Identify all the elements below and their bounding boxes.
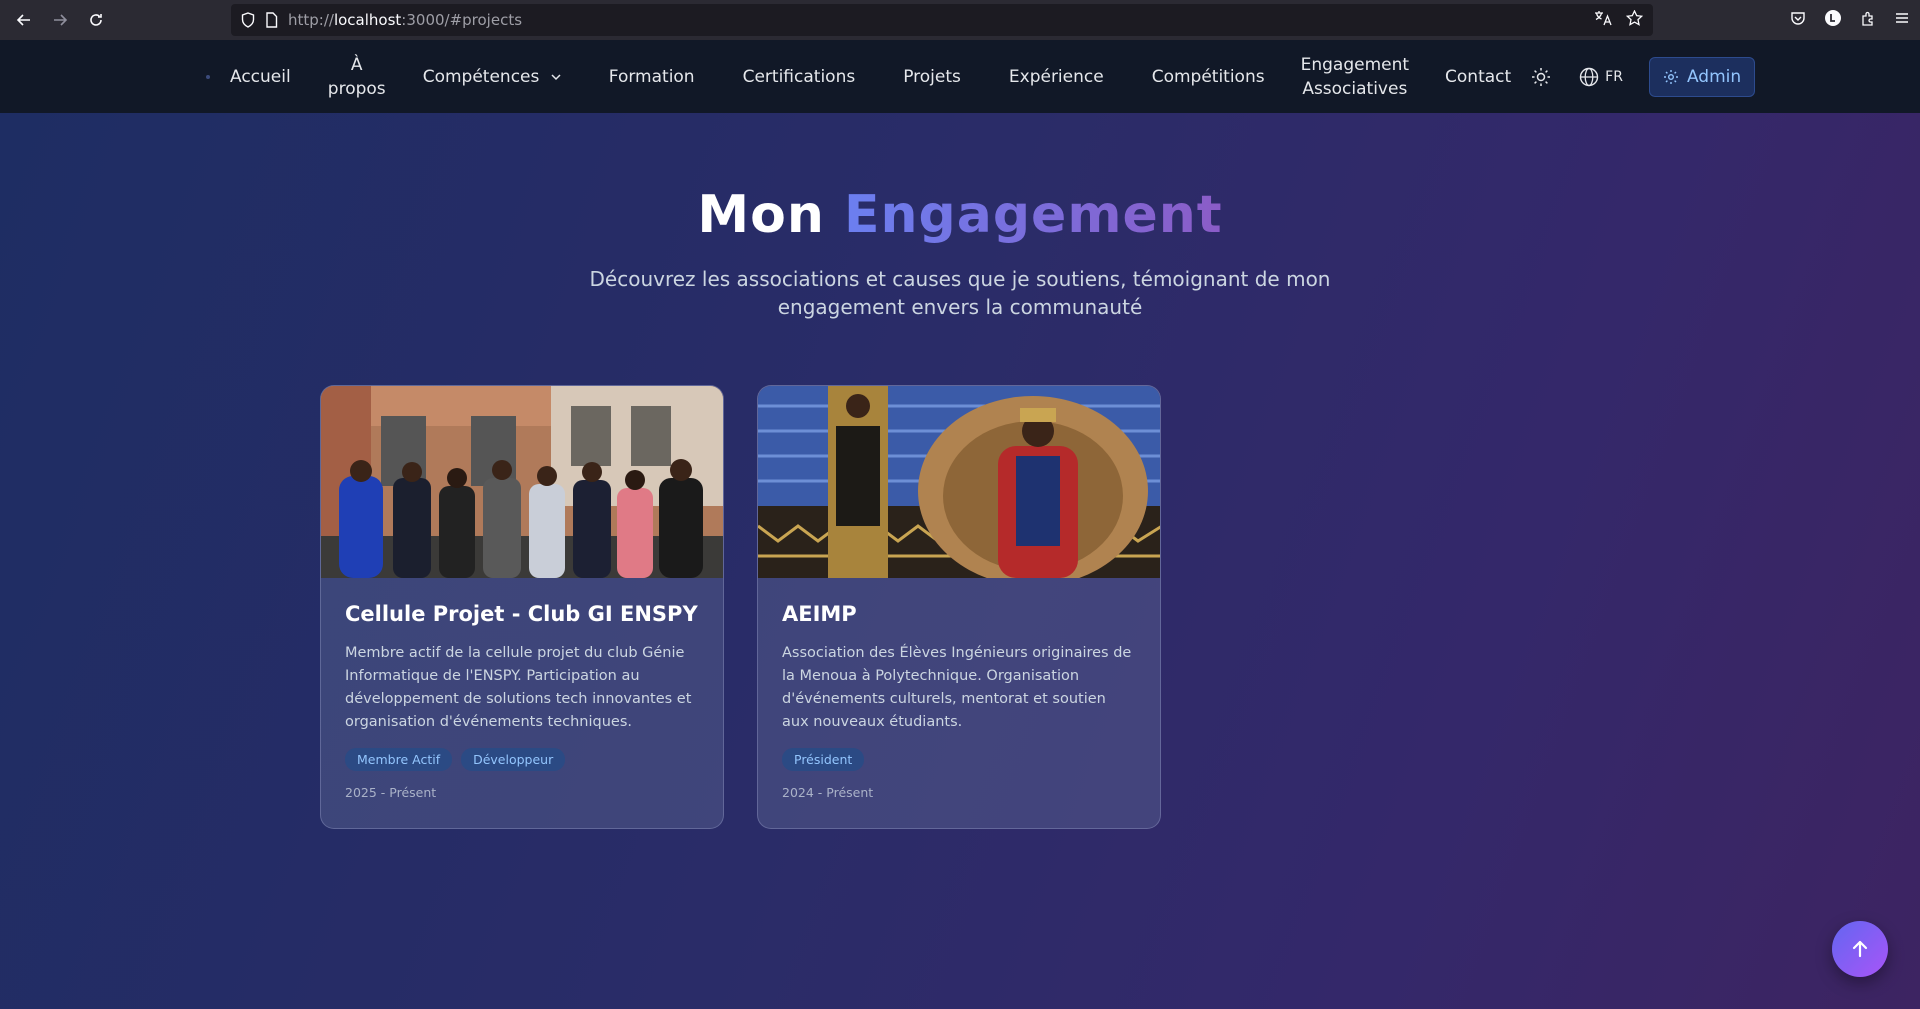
reload-icon xyxy=(90,14,102,26)
site-navbar: Accueil À propos Compétences Formation C… xyxy=(0,40,1920,113)
gear-icon xyxy=(1663,69,1678,84)
section-title: Mon Engagement xyxy=(0,185,1920,245)
card-period: 2024 - Présent xyxy=(782,785,874,800)
tag-badge: Membre Actif xyxy=(345,748,453,771)
card-period: 2025 - Présent xyxy=(345,785,437,800)
card-tags: Membre Actif Développeur xyxy=(345,748,699,771)
language-label: FR xyxy=(1605,68,1623,85)
nav-contact[interactable]: Contact xyxy=(1445,65,1511,89)
nav-education[interactable]: Formation xyxy=(609,65,695,89)
card-title: Cellule Projet - Club GI ENSPY xyxy=(345,602,698,626)
nav-engagement-line2: Associatives xyxy=(1302,78,1408,99)
nav-engagement-line1: Engagement xyxy=(1300,54,1410,75)
browser-toolbar: http://localhost:3000/#projects xyxy=(0,0,1920,40)
page-icon xyxy=(265,12,278,28)
arrow-up-icon xyxy=(1852,940,1868,958)
section-subtitle: Découvrez les associations et causes que… xyxy=(589,267,1331,319)
language-switcher[interactable]: FR xyxy=(1579,67,1623,87)
menu-icon[interactable] xyxy=(1894,10,1910,30)
card-tags: Président xyxy=(782,748,1136,771)
translate-icon[interactable] xyxy=(1594,10,1612,30)
reload-button[interactable] xyxy=(78,0,114,40)
tag-badge: Président xyxy=(782,748,865,771)
pocket-icon[interactable] xyxy=(1790,10,1806,30)
admin-label: Admin xyxy=(1686,66,1742,87)
arrow-right-icon xyxy=(54,14,68,26)
nav-experience[interactable]: Expérience xyxy=(1009,65,1104,89)
card-description: Membre actif de la cellule projet du clu… xyxy=(345,645,692,730)
engagement-card[interactable]: Cellule Projet - Club GI ENSPY Membre ac… xyxy=(320,385,724,829)
bookmark-star-icon[interactable] xyxy=(1625,9,1644,30)
nav-certifications[interactable]: Certifications xyxy=(743,65,856,89)
nav-skills-label: Compétences xyxy=(422,66,540,87)
tag-badge: Développeur xyxy=(461,748,566,771)
logo-dot xyxy=(206,74,210,79)
back-button[interactable] xyxy=(6,0,42,40)
theme-toggle[interactable] xyxy=(1531,67,1551,87)
scroll-to-top-button[interactable] xyxy=(1832,921,1888,977)
engagement-card[interactable]: AEIMP Association des Élèves Ingénieurs … xyxy=(757,385,1161,829)
nav-projects[interactable]: Projets xyxy=(903,65,961,89)
title-accent: Engagement xyxy=(843,185,1223,245)
nav-skills[interactable]: Compétences xyxy=(423,65,561,89)
url-text: http://localhost:3000/#projects xyxy=(288,11,523,29)
nav-competitions[interactable]: Compétitions xyxy=(1152,65,1265,89)
nav-engagement[interactable]: Engagement Associatives xyxy=(1301,53,1409,101)
engagement-section: Mon Engagement Découvrez les association… xyxy=(0,113,1920,1009)
arrow-left-icon xyxy=(16,14,30,26)
forward-button[interactable] xyxy=(42,0,78,40)
sun-icon xyxy=(1532,67,1551,86)
card-description: Association des Élèves Ingénieurs origin… xyxy=(782,645,1132,730)
shield-icon xyxy=(241,12,255,28)
title-plain: Mon xyxy=(697,185,825,245)
card-photo-group xyxy=(321,386,723,578)
extensions-icon[interactable] xyxy=(1860,10,1876,30)
nav-about[interactable]: À propos xyxy=(327,53,387,101)
nav-home[interactable]: Accueil xyxy=(230,65,291,89)
nav-about-line1: À xyxy=(350,54,363,75)
nav-about-line2: propos xyxy=(327,78,386,99)
account-icon[interactable] xyxy=(1824,9,1842,31)
globe-icon xyxy=(1579,67,1599,86)
admin-button[interactable]: Admin xyxy=(1648,56,1756,97)
card-title: AEIMP xyxy=(782,602,857,626)
card-photo-ceremony xyxy=(758,386,1160,578)
address-bar[interactable]: http://localhost:3000/#projects xyxy=(231,4,1653,36)
chevron-down-icon xyxy=(551,73,561,80)
